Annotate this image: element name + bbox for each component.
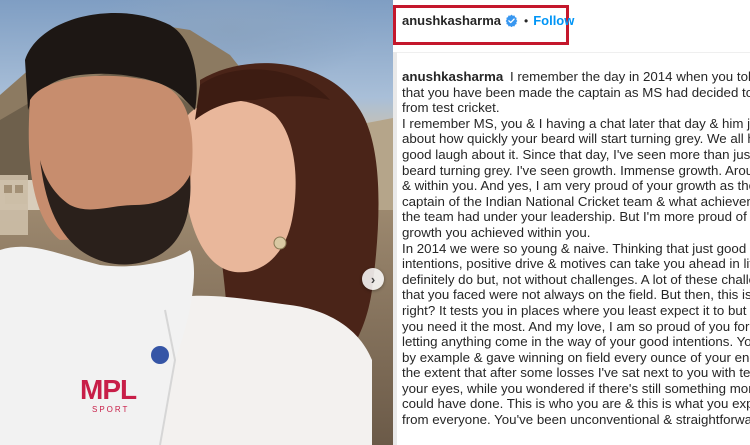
verified-badge-icon [505,14,518,27]
caption-line: captain of the Indian National Cricket t… [402,193,750,209]
jersey-subtext: SPORT [92,405,130,414]
caption-line: the team had under your leadership. But … [402,209,750,225]
caption-line: from everyone. You've been unconventiona… [402,412,750,428]
caption-line: In 2014 we were so young & naive. Thinki… [402,240,747,256]
caption-line: right? It tests you in places where you … [402,302,750,318]
caption-line: about how quickly your beard will start … [402,131,750,147]
caption-line: growth you achieved within you. [402,224,591,240]
chevron-right-icon: › [370,271,376,287]
separator-dot: • [524,13,529,28]
author-username[interactable]: anushkasharma [402,13,501,28]
follow-button[interactable]: Follow [533,13,574,28]
jersey-logo: MPL [80,374,137,405]
caption-username[interactable]: anushkasharma [402,69,503,84]
caption-line: definitely do but, not without challenge… [402,271,750,287]
caption-line: you need it the most. And my love, I am … [402,318,750,334]
next-image-button[interactable]: › [362,268,384,290]
caption-line: good laugh about it. Since that day, I'v… [402,146,750,162]
post-header: anushkasharma • Follow [393,0,750,53]
caption-line: that you have been made the captain as M… [402,84,750,100]
couple-illustration [0,12,379,445]
caption-line: the extent that after some losses I've s… [402,365,750,381]
caption-line: your eyes, while you wondered if there's… [402,380,750,396]
post-caption: anushkasharma I remember the day in 2014… [402,69,750,428]
post-detail-panel: anushkasharma • Follow anushkasharma I r… [393,0,750,445]
caption-line: by example & gave winning on field every… [402,349,750,365]
caption-line: & within you. And yes, I am very proud o… [402,178,750,194]
caption-line: anushkasharma I remember the day in 2014… [402,69,750,84]
caption-line: intentions, positive drive & motives can… [402,256,750,272]
caption-line: that you faced were not always on the fi… [402,287,750,303]
panel-divider [393,52,397,445]
caption-line: beard turning grey. I've seen growth. Im… [402,162,750,178]
caption-line: letting anything come in the way of your… [402,334,750,350]
caption-line: could have done. This is who you are & t… [402,396,750,412]
post-photo[interactable]: MPL SPORT › [0,0,393,445]
post-author-row: anushkasharma • Follow [402,13,574,28]
caption-line: I remember MS, you & I having a chat lat… [402,115,750,131]
caption-line: from test cricket. [402,100,500,116]
